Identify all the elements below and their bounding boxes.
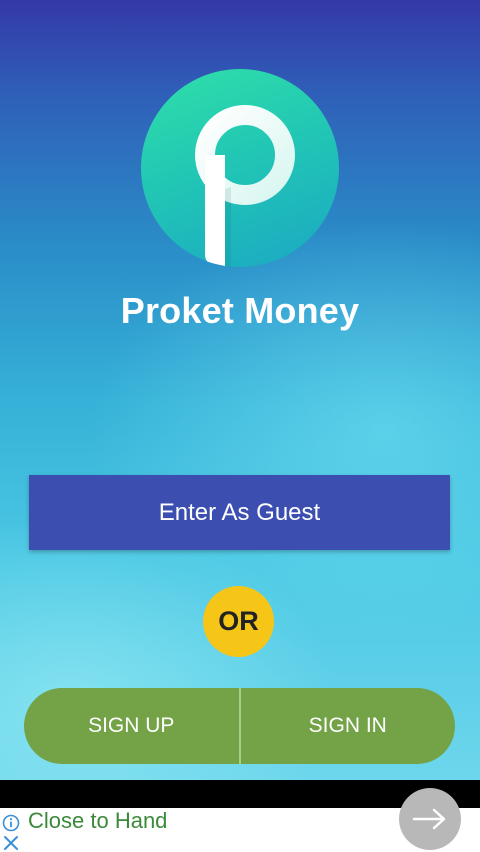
app-screen: Proket Money Enter As Guest OR SIGN UP S… bbox=[0, 0, 480, 780]
p-letter-icon bbox=[195, 105, 295, 267]
enter-as-guest-label: Enter As Guest bbox=[158, 498, 321, 526]
auth-button-group: SIGN UP SIGN IN bbox=[24, 688, 455, 764]
app-logo bbox=[141, 69, 339, 267]
info-icon[interactable] bbox=[2, 814, 20, 832]
close-icon[interactable] bbox=[2, 834, 20, 852]
or-separator-badge: OR bbox=[203, 586, 274, 657]
app-title: Proket Money bbox=[120, 290, 360, 331]
enter-as-guest-button[interactable]: Enter As Guest bbox=[29, 475, 450, 550]
or-label: OR bbox=[218, 606, 259, 636]
ad-banner[interactable]: Close to Hand bbox=[0, 780, 480, 852]
sign-in-button[interactable]: SIGN IN bbox=[241, 688, 456, 764]
sign-up-button[interactable]: SIGN UP bbox=[24, 688, 239, 764]
ad-text[interactable]: Close to Hand bbox=[28, 806, 167, 836]
sign-up-label: SIGN UP bbox=[88, 714, 175, 737]
arrow-right-icon bbox=[412, 808, 446, 830]
ad-arrow-button[interactable] bbox=[399, 788, 461, 850]
sign-in-label: SIGN IN bbox=[308, 714, 387, 737]
